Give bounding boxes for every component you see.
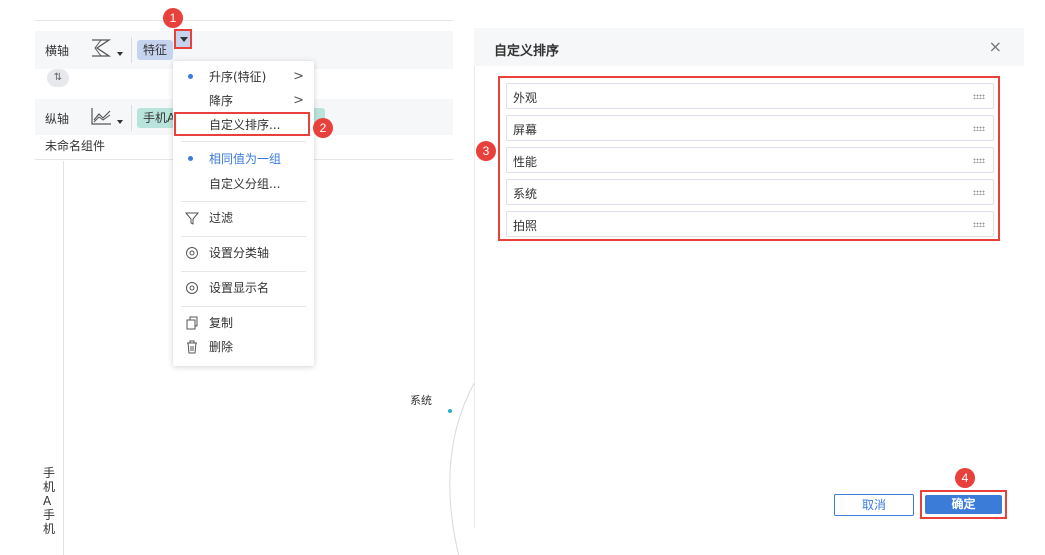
dialog-header: 自定义排序 × [474,28,1024,66]
radar-category-label: 系统 [410,394,432,407]
drag-handle-icon[interactable] [973,126,985,131]
widget-title: 未命名组件 [45,139,106,153]
step-badge-3: 3 [476,141,496,161]
caret-down-icon [180,37,188,42]
divider [131,37,132,63]
menu-divider [181,141,306,142]
menu-divider [181,306,306,307]
menu-item-custom-group[interactable]: 自定义分组... [173,173,314,195]
sort-item[interactable]: 系统 [506,179,994,205]
filter-icon [185,212,199,225]
chart-type-selector-vertical[interactable] [89,105,123,131]
menu-item-copy[interactable]: 复制 [173,312,314,334]
drag-handle-icon[interactable] [973,190,985,195]
sort-item[interactable]: 外观 [506,83,994,109]
y-axis-label: 手机A手机 [43,466,56,536]
sort-item[interactable]: 屏幕 [506,115,994,141]
cancel-button[interactable]: 取消 [834,494,914,516]
menu-divider [181,271,306,272]
drag-handle-icon[interactable] [973,158,985,163]
chevron-right-icon: > [293,93,304,108]
selected-dot-icon [188,156,193,161]
menu-item-descending[interactable]: 降序 > [173,90,314,112]
close-icon[interactable]: × [989,37,1002,56]
divider [474,66,475,528]
trash-icon [187,340,197,354]
annotation-highlight-sort-list: 外观 屏幕 性能 系统 拍照 [498,76,1000,241]
step-badge-1: 1 [163,8,183,28]
chevron-down-icon [117,120,123,124]
drag-handle-icon[interactable] [973,94,985,99]
gear-icon [186,247,198,259]
chevron-down-icon [117,52,123,56]
gear-icon [186,282,198,294]
step-badge-2: 2 [313,118,333,138]
annotation-highlight-ok: 确定 [920,490,1007,519]
chart-type-selector-horizontal[interactable] [89,37,123,63]
field-context-menu: 升序(特征) > 降序 > 自定义排序... 相同值为一组 自定义分组... 过… [173,61,314,366]
menu-item-set-category-axis[interactable]: 设置分类轴 [173,242,314,264]
ok-button[interactable]: 确定 [925,495,1002,514]
horizontal-field-pill[interactable]: 特征 [137,40,173,60]
drag-handle-icon[interactable] [973,222,985,227]
menu-item-set-display-name[interactable]: 设置显示名 [173,277,314,299]
copy-icon [186,316,198,330]
step-badge-4: 4 [955,468,975,488]
menu-item-filter[interactable]: 过滤 [173,207,314,229]
radar-point[interactable] [448,409,452,413]
annotation-highlight-custom-sort [174,112,310,136]
menu-divider [181,201,306,202]
dialog-title: 自定义排序 [494,44,560,59]
divider [131,105,132,131]
sort-item[interactable]: 性能 [506,147,994,173]
radar-chart-icon [92,39,112,57]
vertical-axis-label: 纵轴 [45,112,70,126]
selected-dot-icon [188,74,193,79]
menu-item-same-value-group[interactable]: 相同值为一组 [173,148,314,170]
y-axis-line [63,161,64,555]
menu-item-ascending[interactable]: 升序(特征) > [173,66,314,88]
swap-axes-icon[interactable]: ⇅ [47,69,69,87]
line-chart-icon [91,108,111,125]
menu-divider [181,236,306,237]
menu-item-delete[interactable]: 删除 [173,336,314,358]
chevron-right-icon: > [293,69,304,84]
field-dropdown-button[interactable] [174,29,192,49]
sort-item[interactable]: 拍照 [506,211,994,237]
custom-sort-dialog: 自定义排序 × 外观 屏幕 性能 系统 拍照 取消 确定 [474,28,1024,528]
horizontal-axis-label: 横轴 [45,44,70,58]
